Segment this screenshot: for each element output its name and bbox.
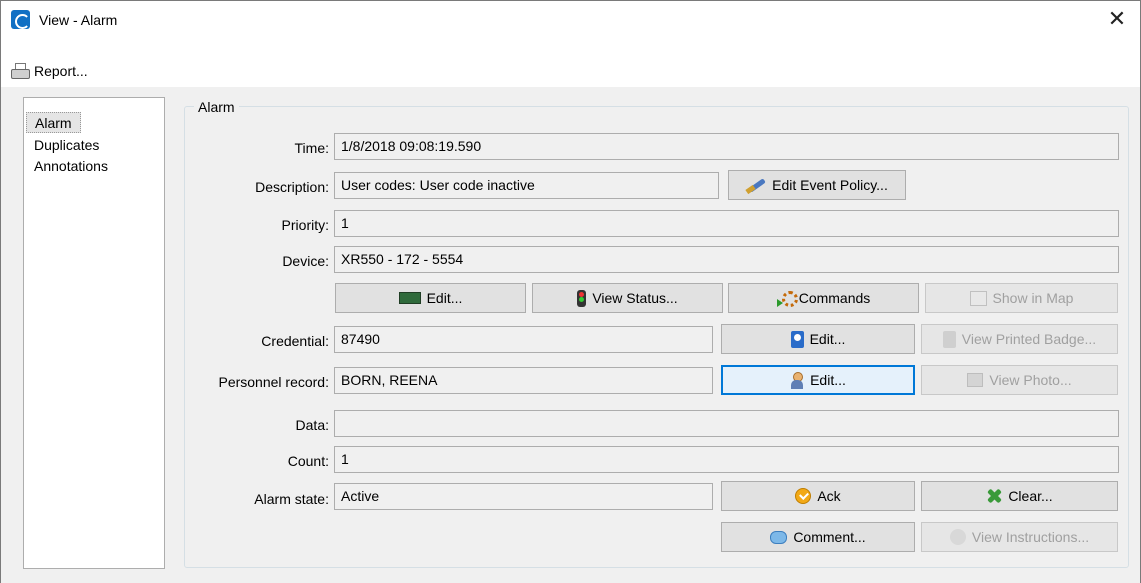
title-bar: View - Alarm ✕ bbox=[1, 1, 1140, 41]
count-label: Count: bbox=[287, 453, 329, 469]
edit-event-policy-button[interactable]: Edit Event Policy... bbox=[728, 170, 906, 200]
badge-icon bbox=[790, 330, 804, 348]
circuit-board-icon bbox=[398, 292, 421, 304]
nav-item-annotations[interactable]: Annotations bbox=[26, 156, 116, 177]
section-nav: Alarm Duplicates Annotations bbox=[23, 97, 165, 569]
time-label: Time: bbox=[294, 140, 329, 156]
view-status-label: View Status... bbox=[592, 290, 678, 306]
credential-field[interactable]: 87490 bbox=[334, 326, 713, 353]
personnel-label: Personnel record: bbox=[218, 374, 329, 390]
view-instructions-label: View Instructions... bbox=[971, 529, 1090, 545]
traffic-light-icon bbox=[577, 289, 587, 307]
priority-field[interactable]: 1 bbox=[334, 210, 1119, 237]
personnel-field[interactable]: BORN, REENA bbox=[334, 367, 713, 394]
view-printed-badge-button[interactable]: View Printed Badge... bbox=[921, 324, 1118, 354]
credential-edit-label: Edit... bbox=[809, 331, 846, 347]
show-in-map-button[interactable]: Show in Map bbox=[925, 283, 1118, 313]
view-photo-button[interactable]: View Photo... bbox=[921, 365, 1118, 395]
priority-label: Priority: bbox=[281, 217, 329, 233]
content-area: Alarm Duplicates Annotations Alarm Time:… bbox=[1, 87, 1140, 583]
comment-button[interactable]: Comment... bbox=[721, 522, 915, 552]
show-in-map-label: Show in Map bbox=[992, 290, 1074, 306]
nav-item-alarm[interactable]: Alarm bbox=[26, 112, 81, 133]
nav-item-duplicates[interactable]: Duplicates bbox=[26, 135, 107, 156]
window-title: View - Alarm bbox=[39, 12, 118, 28]
count-field[interactable]: 1 bbox=[334, 446, 1119, 473]
ack-label: Ack bbox=[817, 488, 841, 504]
menu-bar: Report... bbox=[1, 41, 1140, 87]
report-label: Report... bbox=[34, 63, 88, 79]
checkmark-icon bbox=[795, 488, 812, 504]
device-field[interactable]: XR550 - 172 - 5554 bbox=[334, 246, 1119, 273]
credential-label: Credential: bbox=[261, 333, 329, 349]
speech-bubble-icon bbox=[770, 530, 788, 544]
personnel-edit-label: Edit... bbox=[810, 372, 846, 388]
pen-icon bbox=[746, 177, 766, 193]
ack-button[interactable]: Ack bbox=[721, 481, 915, 511]
app-logo-icon bbox=[11, 10, 30, 29]
clear-button[interactable]: Clear... bbox=[921, 481, 1118, 511]
credential-edit-button[interactable]: Edit... bbox=[721, 324, 915, 354]
edit-event-policy-label: Edit Event Policy... bbox=[772, 177, 888, 193]
commands-label: Commands bbox=[798, 290, 871, 306]
person-icon bbox=[790, 371, 804, 389]
alarm-window: View - Alarm ✕ Report... Alarm Duplicate… bbox=[0, 0, 1141, 583]
description-field[interactable]: User codes: User code inactive bbox=[334, 172, 719, 199]
x-icon bbox=[986, 488, 1002, 504]
printer-icon bbox=[11, 63, 30, 79]
map-icon bbox=[969, 290, 987, 306]
view-photo-label: View Photo... bbox=[989, 372, 1072, 388]
close-button[interactable]: ✕ bbox=[1102, 6, 1132, 34]
alarm-state-label: Alarm state: bbox=[254, 491, 329, 507]
clear-label: Clear... bbox=[1008, 488, 1053, 504]
instructions-icon bbox=[949, 529, 966, 545]
photo-icon bbox=[967, 373, 984, 387]
comment-label: Comment... bbox=[793, 529, 866, 545]
view-status-button[interactable]: View Status... bbox=[532, 283, 723, 313]
group-title: Alarm bbox=[194, 99, 239, 115]
device-label: Device: bbox=[282, 253, 329, 269]
data-field[interactable] bbox=[334, 410, 1119, 437]
report-menu-item[interactable]: Report... bbox=[11, 61, 88, 81]
badge-icon bbox=[942, 330, 956, 348]
view-printed-badge-label: View Printed Badge... bbox=[961, 331, 1097, 347]
gear-icon bbox=[776, 290, 798, 307]
device-edit-label: Edit... bbox=[426, 290, 463, 306]
device-edit-button[interactable]: Edit... bbox=[335, 283, 526, 313]
commands-button[interactable]: Commands bbox=[728, 283, 919, 313]
data-label: Data: bbox=[295, 417, 329, 433]
description-label: Description: bbox=[255, 179, 329, 195]
view-instructions-button[interactable]: View Instructions... bbox=[921, 522, 1118, 552]
time-field[interactable]: 1/8/2018 09:08:19.590 bbox=[334, 133, 1119, 160]
alarm-state-field[interactable]: Active bbox=[334, 483, 713, 510]
personnel-edit-button[interactable]: Edit... bbox=[721, 365, 915, 395]
